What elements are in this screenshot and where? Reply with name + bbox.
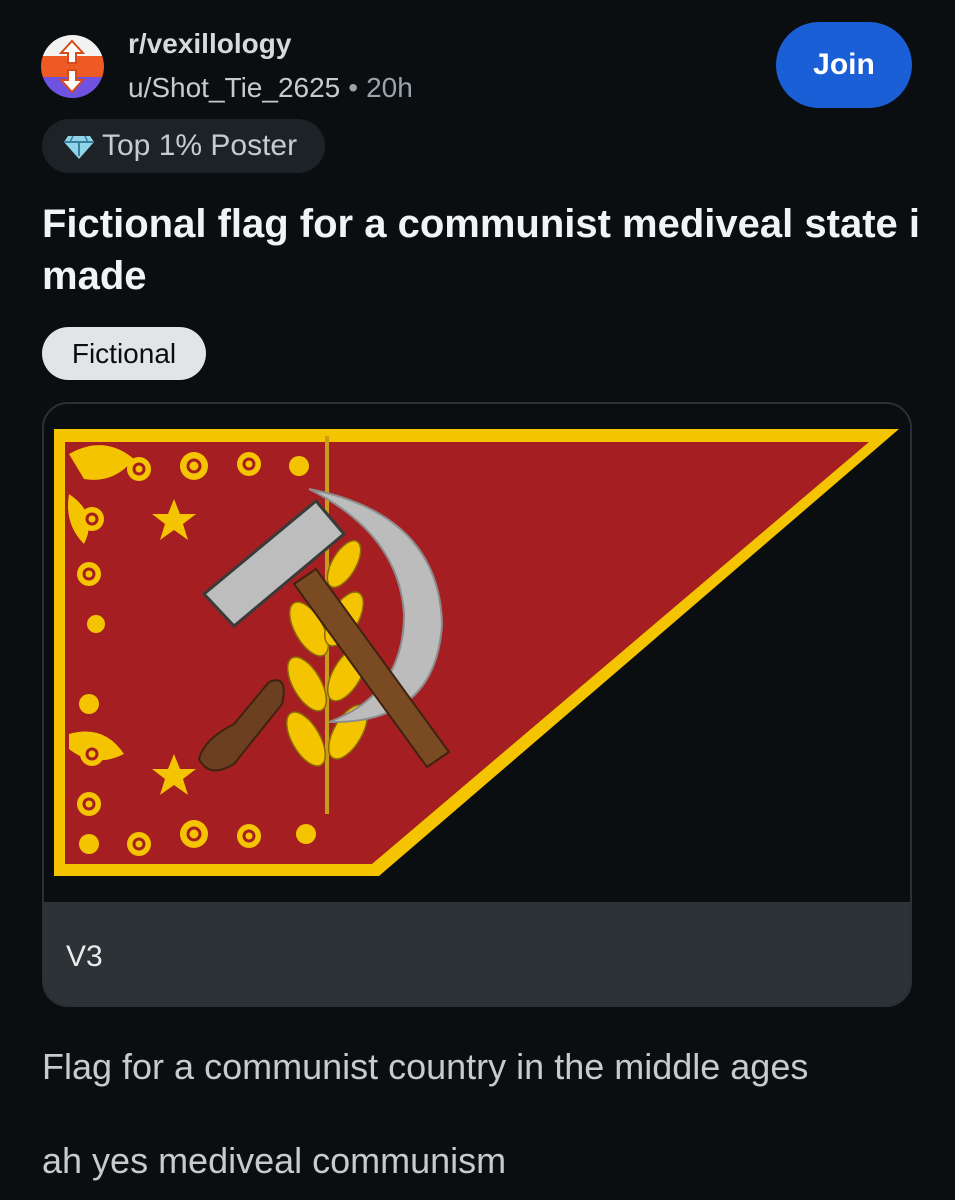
subreddit-name[interactable]: r/vexillology: [128, 28, 291, 60]
post-flair[interactable]: Fictional: [42, 327, 206, 380]
subreddit-avatar[interactable]: [41, 35, 104, 98]
post-title[interactable]: Fictional flag for a communist mediveal …: [42, 198, 922, 302]
post-body-line-1: Flag for a communist country in the midd…: [42, 1046, 809, 1087]
media-caption: V3: [44, 902, 910, 1005]
vexillology-logo-icon: [41, 35, 104, 98]
post-meta: u/Shot_Tie_2625 • 20h: [128, 72, 413, 104]
post-body-line-2: ah yes mediveal communism: [42, 1140, 507, 1181]
join-button[interactable]: Join: [776, 22, 912, 108]
user-badge[interactable]: Top 1% Poster: [42, 119, 325, 173]
author-link[interactable]: u/Shot_Tie_2625: [128, 72, 340, 103]
post-media-card[interactable]: V3: [42, 402, 912, 1007]
meta-separator: •: [348, 72, 359, 103]
badge-label: Top 1% Poster: [102, 129, 298, 162]
flag-image: [44, 404, 910, 904]
post-age: 20h: [366, 72, 413, 103]
diamond-icon: [64, 135, 94, 159]
